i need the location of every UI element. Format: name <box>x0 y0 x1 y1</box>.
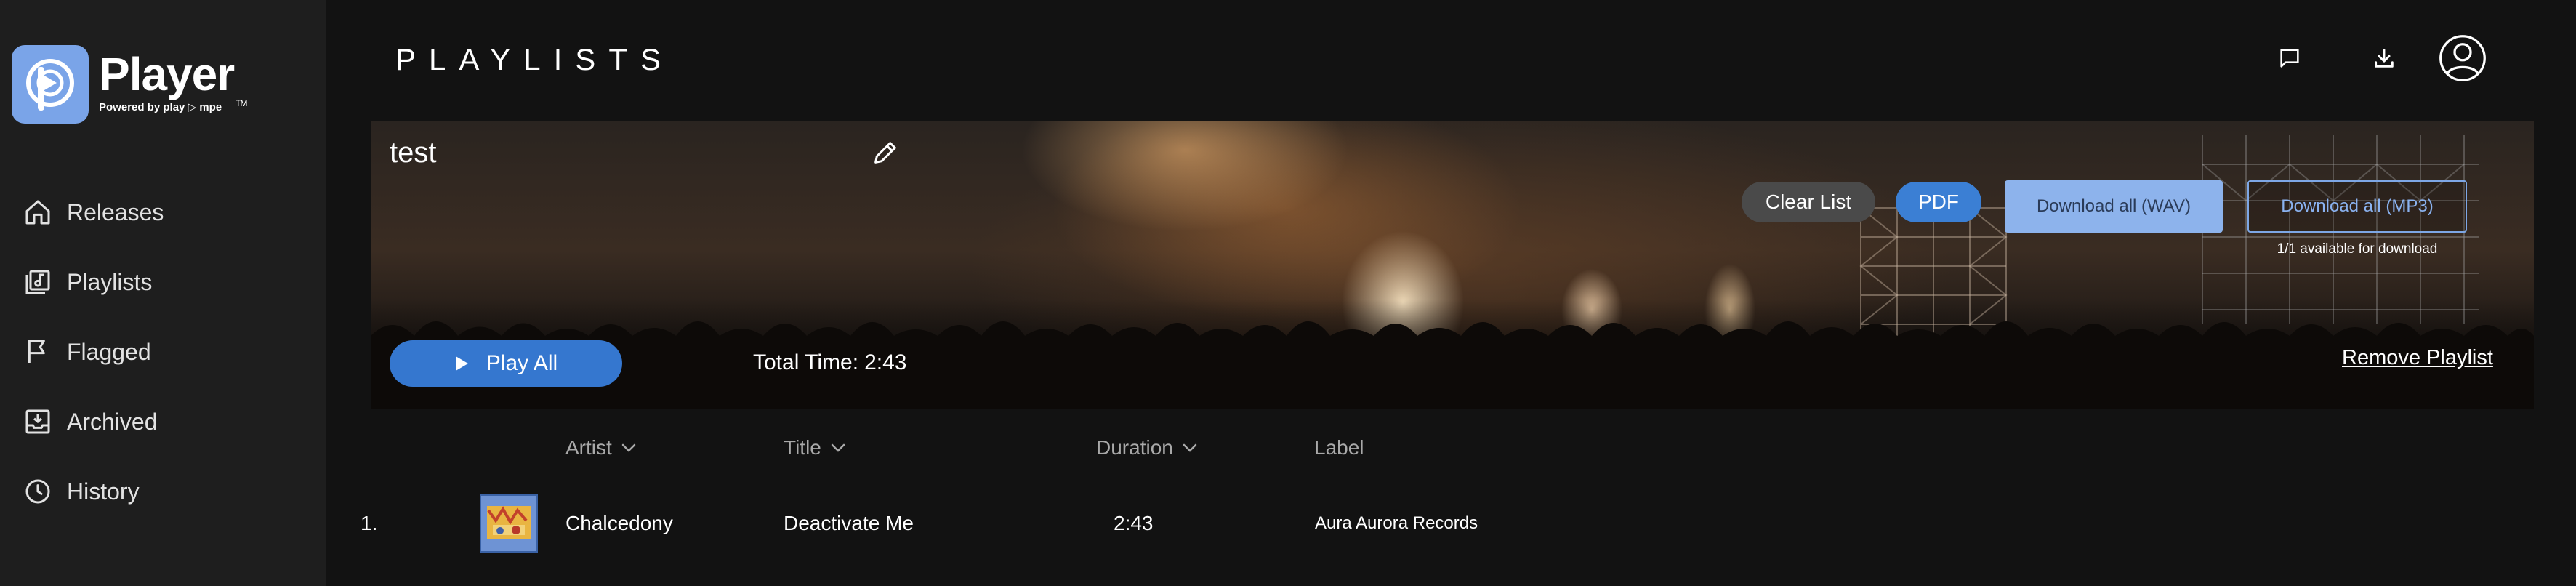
total-time-label: Total Time: <box>753 350 859 374</box>
playlist-name: test <box>390 137 437 169</box>
sidebar-item-label: Archived <box>67 408 158 435</box>
clear-list-button[interactable]: Clear List <box>1742 182 1875 222</box>
sidebar-item-label: Releases <box>67 198 164 225</box>
sidebar: PlayerTM Powered by play ▷ mpe Releases … <box>0 0 326 586</box>
sidebar-item-flagged[interactable]: Flagged <box>22 317 164 387</box>
page-title: PLAYLISTS <box>395 42 674 76</box>
row-duration: 2:43 <box>1114 512 1154 534</box>
sidebar-item-archived[interactable]: Archived <box>22 387 164 457</box>
album-artwork[interactable] <box>480 494 538 553</box>
play-all-label: Play All <box>486 351 558 375</box>
app-logo[interactable]: PlayerTM Powered by play ▷ mpe <box>12 45 248 124</box>
archive-icon <box>22 406 54 438</box>
sidebar-item-history[interactable]: History <box>22 457 164 526</box>
column-header-label: Title <box>784 436 821 459</box>
sidebar-item-playlists[interactable]: Playlists <box>22 247 164 317</box>
home-icon <box>22 196 54 228</box>
powered-by: Powered by play ▷ mpe <box>99 101 222 113</box>
row-artist[interactable]: Chalcedony <box>565 512 673 535</box>
chevron-down-icon <box>621 443 636 452</box>
crowd-image <box>371 321 2534 409</box>
history-icon <box>22 475 54 507</box>
user-avatar-icon[interactable] <box>2438 33 2487 83</box>
pdf-button[interactable]: PDF <box>1896 182 1981 222</box>
sidebar-item-label: Playlists <box>67 268 153 295</box>
flag-icon <box>22 336 54 368</box>
playlist-banner: test Clear List PDF Download all (WAV) D… <box>371 121 2534 409</box>
column-header-title[interactable]: Title <box>784 436 846 459</box>
table-row[interactable]: 1. Chalcedony Deactivate Me 2:43 Aura Au… <box>326 491 2576 554</box>
chevron-down-icon <box>1183 443 1197 452</box>
total-time-value: 2:43 <box>864 350 907 374</box>
play-icon <box>455 356 468 371</box>
column-header-duration[interactable]: Duration <box>1096 436 1198 459</box>
player-logo-icon <box>12 45 89 124</box>
edit-pencil-icon[interactable] <box>871 138 903 170</box>
total-time: Total Time: 2:43 <box>753 350 906 375</box>
trademark: TM <box>236 98 247 108</box>
column-header-label: Duration <box>1096 436 1173 459</box>
app-name: PlayerTM <box>99 48 248 108</box>
row-title[interactable]: Deactivate Me <box>784 512 914 535</box>
column-header-label-col: Label <box>1314 436 1364 459</box>
column-header-label: Artist <box>565 436 612 459</box>
sidebar-item-releases[interactable]: Releases <box>22 177 164 247</box>
row-label: Aura Aurora Records <box>1315 513 1478 533</box>
play-all-button[interactable]: Play All <box>390 340 622 387</box>
availability-text: 1/1 available for download <box>2277 241 2438 257</box>
column-header-artist[interactable]: Artist <box>565 436 637 459</box>
sidebar-nav: Releases Playlists Flagged Archived Hist… <box>22 177 164 526</box>
column-header-label: Label <box>1314 436 1364 459</box>
download-all-wav-button[interactable]: Download all (WAV) <box>2005 180 2223 233</box>
chevron-down-icon <box>831 443 845 452</box>
top-header: PLAYLISTS <box>326 0 2576 116</box>
playlist-icon <box>22 266 54 298</box>
sidebar-item-label: Flagged <box>67 338 151 365</box>
download-all-mp3-button[interactable]: Download all (MP3) <box>2247 180 2467 233</box>
sidebar-item-label: History <box>67 478 140 505</box>
row-index: 1. <box>361 512 378 534</box>
chat-icon[interactable] <box>2272 41 2307 76</box>
download-icon[interactable] <box>2367 41 2402 76</box>
remove-playlist-link[interactable]: Remove Playlist <box>2342 346 2493 370</box>
